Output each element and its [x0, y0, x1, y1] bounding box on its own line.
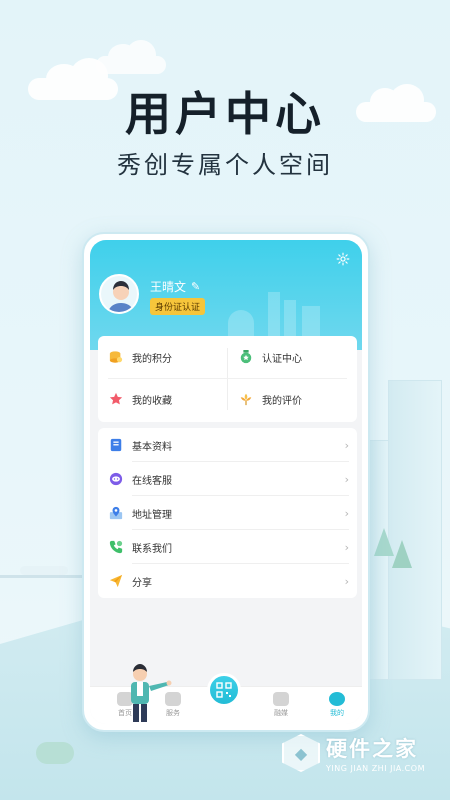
cloud-decoration: [96, 40, 166, 74]
menu-item-label: 分享: [132, 577, 152, 589]
points-item[interactable]: 我的积分: [98, 336, 226, 378]
tab-label: 我的: [330, 709, 344, 717]
brand-text: 硬件之家 YING JIAN ZHI JIA.COM: [326, 733, 425, 773]
brand-name: 硬件之家: [326, 737, 418, 761]
scan-qr-button[interactable]: [207, 673, 241, 707]
chevron-right-icon: ›: [344, 472, 349, 486]
star-icon: [108, 391, 124, 407]
menu-item-label: 联系我们: [132, 543, 172, 555]
paper-plane-icon: [108, 573, 124, 589]
favorites-item[interactable]: 我的收藏: [98, 378, 226, 420]
menu-item-share[interactable]: 分享 ›: [98, 564, 357, 598]
coins-icon: [108, 349, 124, 365]
username: 王晴文: [150, 280, 187, 294]
chevron-right-icon: ›: [344, 506, 349, 520]
username-row: 王晴文 ✎: [150, 278, 200, 295]
chevron-right-icon: ›: [344, 540, 349, 554]
tab-label: 融媒: [274, 709, 288, 717]
tab-mine[interactable]: 我的: [312, 692, 362, 718]
points-label: 我的积分: [132, 353, 172, 365]
avatar[interactable]: [99, 274, 139, 314]
chevron-right-icon: ›: [344, 438, 349, 452]
location-pin-icon: [108, 505, 124, 521]
edit-pencil-icon[interactable]: ✎: [191, 280, 200, 293]
menu-list-card: 基本资料 › 在线客服 › 地址管理 › 联系我们 › 分享 ›: [98, 428, 357, 598]
id-verified-badge: 身份证认证: [150, 298, 206, 315]
menu-item-label: 基本资料: [132, 441, 172, 453]
menu-item-label: 地址管理: [132, 509, 172, 521]
tab-media[interactable]: 融媒: [256, 692, 306, 718]
background-building: [388, 380, 442, 680]
reviews-label: 我的评价: [262, 395, 302, 407]
phone-icon: [108, 539, 124, 555]
medal-icon: [238, 349, 254, 365]
brand-pinyin: YING JIAN ZHI JIA.COM: [326, 764, 425, 773]
profile-header: 王晴文 ✎ 身份证认证: [90, 240, 362, 350]
train-decoration: [20, 566, 68, 575]
quick-actions-card: 我的积分 认证中心 我的收藏 我的评价: [98, 336, 357, 422]
rail-decoration: [0, 575, 82, 578]
menu-item-online-service[interactable]: 在线客服 ›: [98, 462, 357, 496]
hero-subtitle: 秀创专属个人空间: [117, 151, 333, 179]
brand-watermark: ◆ 硬件之家 YING JIAN ZHI JIA.COM: [282, 729, 442, 777]
flower-icon: [238, 391, 254, 407]
profile-card-icon: [108, 437, 124, 453]
settings-gear-icon[interactable]: [334, 250, 352, 268]
app-screen: 王晴文 ✎ 身份证认证 我的积分 认证中心 我的收藏 我的评价 基本资料 › 在…: [90, 240, 362, 724]
hero-title: 用户中心: [125, 87, 325, 141]
phone-mockup: 王晴文 ✎ 身份证认证 我的积分 认证中心 我的收藏 我的评价 基本资料 › 在…: [82, 232, 370, 732]
certification-label: 认证中心: [262, 353, 302, 365]
menu-item-contact[interactable]: 联系我们 ›: [98, 530, 357, 564]
qr-code-icon: [216, 682, 232, 698]
chat-bubble-icon: [108, 471, 124, 487]
reviews-item[interactable]: 我的评价: [228, 378, 356, 420]
user-face-icon: [329, 692, 345, 706]
brand-logo-icon: ◆: [282, 734, 320, 772]
presenter-illustration: [118, 662, 180, 724]
tree-decoration: [392, 540, 412, 568]
menu-item-address[interactable]: 地址管理 ›: [98, 496, 357, 530]
tree-decoration: [374, 528, 394, 556]
menu-item-label: 在线客服: [132, 475, 172, 487]
background-building: [368, 440, 390, 680]
menu-item-basic-info[interactable]: 基本资料 ›: [98, 428, 357, 462]
bush-decoration: [36, 742, 74, 764]
favorites-label: 我的收藏: [132, 395, 172, 407]
chevron-right-icon: ›: [344, 574, 349, 588]
certification-item[interactable]: 认证中心: [228, 336, 356, 378]
media-icon: [273, 692, 289, 706]
